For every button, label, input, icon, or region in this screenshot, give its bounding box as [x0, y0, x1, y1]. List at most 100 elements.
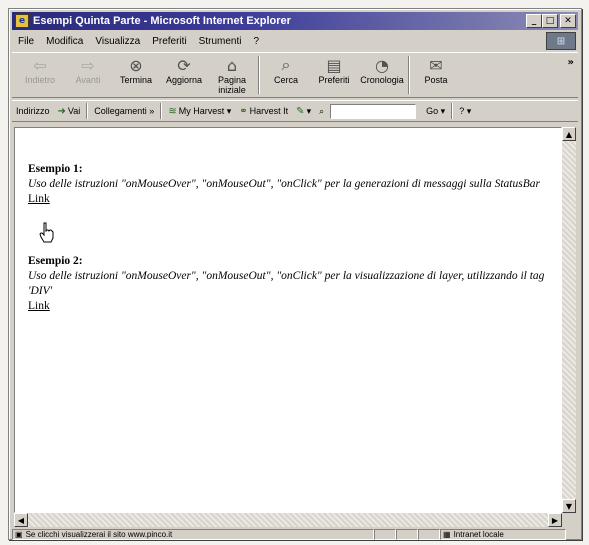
browser-window: e Esempi Quinta Parte - Microsoft Intern… — [8, 8, 582, 540]
toolbar-button-cerca[interactable]: ⌕ Cerca — [262, 53, 310, 97]
status-message-pane: ▣ Se clicchi visualizzerai il sito www.p… — [12, 528, 374, 540]
example-1-title: Esempio 1: — [28, 163, 83, 175]
address-links-bar: Indirizzo ➜ Vai Collegamenti » ≋ My Harv… — [12, 100, 578, 122]
toolbar-button-indietro[interactable]: ⇦ Indietro — [16, 53, 64, 97]
example-2-title: Esempio 2: — [28, 255, 83, 267]
chevron-down-icon: ▾ — [226, 105, 232, 116]
hand-cursor-icon — [39, 222, 54, 243]
my-harvest-button[interactable]: ≋ My Harvest ▾ — [164, 106, 235, 117]
standard-toolbar: ⇦ Indietro ⇨ Avanti ⊗ Termina ⟳ Aggiorna ⌂ Pagina… — [12, 52, 578, 98]
page-content: Esempio 1: Uso delle istruzioni "onMouse… — [14, 127, 562, 513]
example-1-description: Uso delle istruzioni "onMouseOver", "onM… — [28, 178, 540, 190]
toolbar-separator — [408, 56, 410, 94]
separator — [451, 103, 454, 119]
my-harvest-label: My Harvest — [178, 106, 225, 116]
toolbar-button-label: Indietro — [24, 75, 56, 85]
horizontal-scrollbar[interactable]: ◀ ▶ — [14, 513, 562, 527]
toolbar-button-posta[interactable]: ✉ Posta — [412, 53, 460, 97]
toolbar-button-label: Cronologia — [360, 75, 404, 85]
vertical-scrollbar[interactable]: ▲ ▼ — [562, 127, 576, 513]
search-button[interactable]: ⌕ — [315, 106, 328, 117]
menu-help[interactable]: ? — [247, 36, 265, 47]
toolbar-button-label: Cerca — [273, 75, 298, 85]
scroll-down-button[interactable]: ▼ — [562, 499, 576, 513]
chevron-down-icon: ▾ — [306, 105, 312, 116]
menu-modifica[interactable]: Modifica — [40, 36, 89, 47]
toolbar-button-label: Posta — [424, 75, 448, 85]
toolbar-button-cronologia[interactable]: ◔ Cronologia — [358, 53, 406, 97]
forward-arrow-icon: ⇨ — [81, 55, 95, 75]
toolbar-button-termina[interactable]: ⊗ Termina — [112, 53, 160, 97]
window-title: Esempi Quinta Parte - Microsoft Internet… — [33, 15, 291, 27]
toolbar-button-label: Termina — [119, 75, 152, 85]
security-zone-label: Intranet locale — [453, 529, 504, 539]
window-controls: _ □ ✕ — [526, 14, 576, 28]
chevron-down-icon: ▾ — [440, 105, 446, 116]
harvest-it-button[interactable]: ⚭ Harvest It — [235, 106, 292, 117]
search-input[interactable] — [330, 103, 417, 119]
example-2-description: Uso delle istruzioni "onMouseOver", "onM… — [28, 270, 545, 297]
mail-icon: ✉ — [429, 55, 443, 75]
security-zone-pane: ▦ Intranet locale — [440, 528, 566, 540]
help-dropdown-button[interactable]: ? ▾ — [455, 106, 475, 117]
close-button[interactable]: ✕ — [560, 14, 576, 28]
toolbar-button-label: Preferiti — [318, 75, 350, 85]
toolbar-overflow-icon[interactable]: » — [568, 57, 574, 68]
stop-icon: ⊗ — [129, 55, 143, 75]
scroll-left-button[interactable]: ◀ — [14, 513, 28, 527]
refresh-icon: ⟳ — [177, 55, 191, 75]
links-label: Collegamenti — [94, 106, 147, 116]
back-arrow-icon: ⇦ — [33, 55, 47, 75]
example-1-link[interactable]: Link — [28, 192, 50, 207]
menu-visualizza[interactable]: Visualizza — [89, 36, 146, 47]
page-icon: ▣ — [15, 529, 23, 539]
status-pane-empty — [396, 528, 418, 540]
magnifier-icon: ⌕ — [319, 105, 325, 116]
toolbar-button-pagina-iniziale[interactable]: ⌂ Pagina iniziale — [208, 53, 256, 97]
go-to-label: Vai — [67, 106, 81, 116]
chevron-right-icon: » — [149, 106, 155, 116]
maximize-button[interactable]: □ — [542, 14, 558, 28]
internet-explorer-icon: e — [15, 14, 29, 28]
toolbar-button-label: Avanti — [75, 75, 101, 85]
status-bar: ▣ Se clicchi visualizzerai il sito www.p… — [12, 528, 578, 540]
windows-logo-icon: ⊞ — [546, 32, 576, 50]
menu-bar: File Modifica Visualizza Preferiti Strum… — [12, 32, 578, 50]
toolbar-button-avanti[interactable]: ⇨ Avanti — [64, 53, 112, 97]
separator — [86, 103, 89, 119]
status-message: Se clicchi visualizzerai il sito www.pin… — [25, 529, 173, 539]
menu-strumenti[interactable]: Strumenti — [193, 36, 248, 47]
intranet-icon: ▦ — [443, 529, 451, 539]
toolbar-button-label: Pagina iniziale — [217, 75, 247, 95]
pen-dropdown-button[interactable]: ✎ ▾ — [292, 106, 315, 117]
scrollbar-corner — [562, 513, 576, 527]
pen-icon: ✎ — [296, 105, 305, 117]
search-icon: ⌕ — [281, 55, 291, 74]
scroll-right-button[interactable]: ▶ — [548, 513, 562, 527]
history-icon: ◔ — [375, 55, 389, 75]
minimize-button[interactable]: _ — [526, 14, 542, 28]
status-pane-empty — [374, 528, 396, 540]
menu-preferiti[interactable]: Preferiti — [146, 36, 192, 47]
toolbar-button-preferiti[interactable]: ▤ Preferiti — [310, 53, 358, 97]
harvest-icon: ≋ — [168, 105, 177, 117]
status-pane-empty — [418, 528, 440, 540]
links-button[interactable]: Collegamenti » — [90, 106, 158, 116]
binoculars-icon: ⚭ — [239, 105, 248, 117]
go-arrow-icon: ➜ — [57, 105, 66, 117]
separator — [160, 103, 163, 119]
go-label: Go — [426, 105, 439, 116]
toolbar-separator — [258, 56, 260, 94]
go-button[interactable]: Go ▾ — [422, 106, 449, 117]
menu-file[interactable]: File — [12, 36, 40, 47]
title-bar: e Esempi Quinta Parte - Microsoft Intern… — [12, 12, 578, 30]
address-label[interactable]: Indirizzo — [12, 106, 54, 116]
example-2-link[interactable]: Link — [28, 299, 50, 314]
scroll-up-button[interactable]: ▲ — [562, 127, 576, 141]
harvest-it-label: Harvest It — [249, 106, 289, 116]
toolbar-button-label: Aggiorna — [165, 75, 203, 85]
toolbar-button-aggiorna[interactable]: ⟳ Aggiorna — [160, 53, 208, 97]
favorites-icon: ▤ — [326, 55, 342, 75]
go-to-button[interactable]: ➜ Vai — [54, 106, 85, 117]
page-body: Esempio 1: Uso delle istruzioni "onMouse… — [15, 128, 561, 314]
